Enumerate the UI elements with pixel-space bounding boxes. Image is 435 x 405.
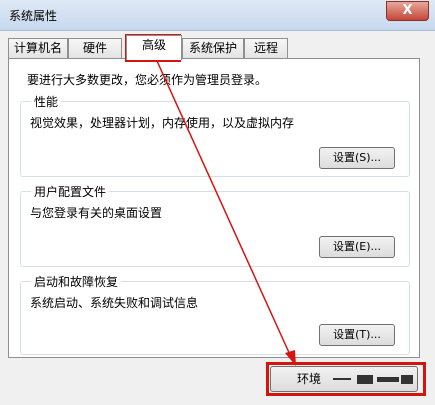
- tab-computer-name[interactable]: 计算机名: [8, 38, 68, 59]
- tab-label: 远程: [253, 41, 278, 55]
- user-profile-title: 用户配置文件: [31, 183, 110, 200]
- performance-title: 性能: [31, 93, 62, 110]
- user-profile-desc: 与您登录有关的桌面设置: [30, 206, 163, 220]
- tab-label: 系统保护: [188, 41, 237, 55]
- performance-settings-button[interactable]: 设置(S)...: [319, 147, 395, 169]
- title-bar: 系统属性 X: [0, 0, 435, 31]
- performance-group: 性能 视觉效果，处理器计划，内存使用，以及虚拟内存 设置(S)...: [20, 93, 410, 177]
- tab-advanced[interactable]: 高级: [126, 35, 182, 60]
- startup-recovery-desc: 系统启动、系统失败和调试信息: [30, 296, 199, 310]
- startup-recovery-settings-button[interactable]: 设置(T)...: [319, 324, 395, 346]
- tab-label: 高级: [141, 38, 166, 52]
- admin-note: 要进行大多数更改，您必须作为管理员登录。: [27, 73, 268, 87]
- tab-label: 硬件: [82, 41, 107, 55]
- startup-recovery-group: 启动和故障恢复 系统启动、系统失败和调试信息 设置(T)...: [20, 273, 410, 355]
- user-profile-group: 用户配置文件 与您登录有关的桌面设置 设置(E)...: [20, 183, 410, 267]
- tab-label: 计算机名: [13, 41, 62, 55]
- tab-hardware[interactable]: 硬件: [68, 38, 122, 59]
- environment-button-highlight: [266, 362, 426, 396]
- tab-remote[interactable]: 远程: [244, 38, 288, 59]
- performance-desc: 视觉效果，处理器计划，内存使用，以及虚拟内存: [30, 116, 295, 130]
- close-icon: X: [402, 3, 413, 18]
- window-title: 系统属性: [9, 9, 58, 23]
- user-profile-settings-button[interactable]: 设置(E)...: [319, 236, 395, 258]
- startup-recovery-title: 启动和故障恢复: [31, 273, 122, 290]
- tab-system-protection[interactable]: 系统保护: [182, 38, 244, 59]
- close-button[interactable]: X: [386, 1, 429, 21]
